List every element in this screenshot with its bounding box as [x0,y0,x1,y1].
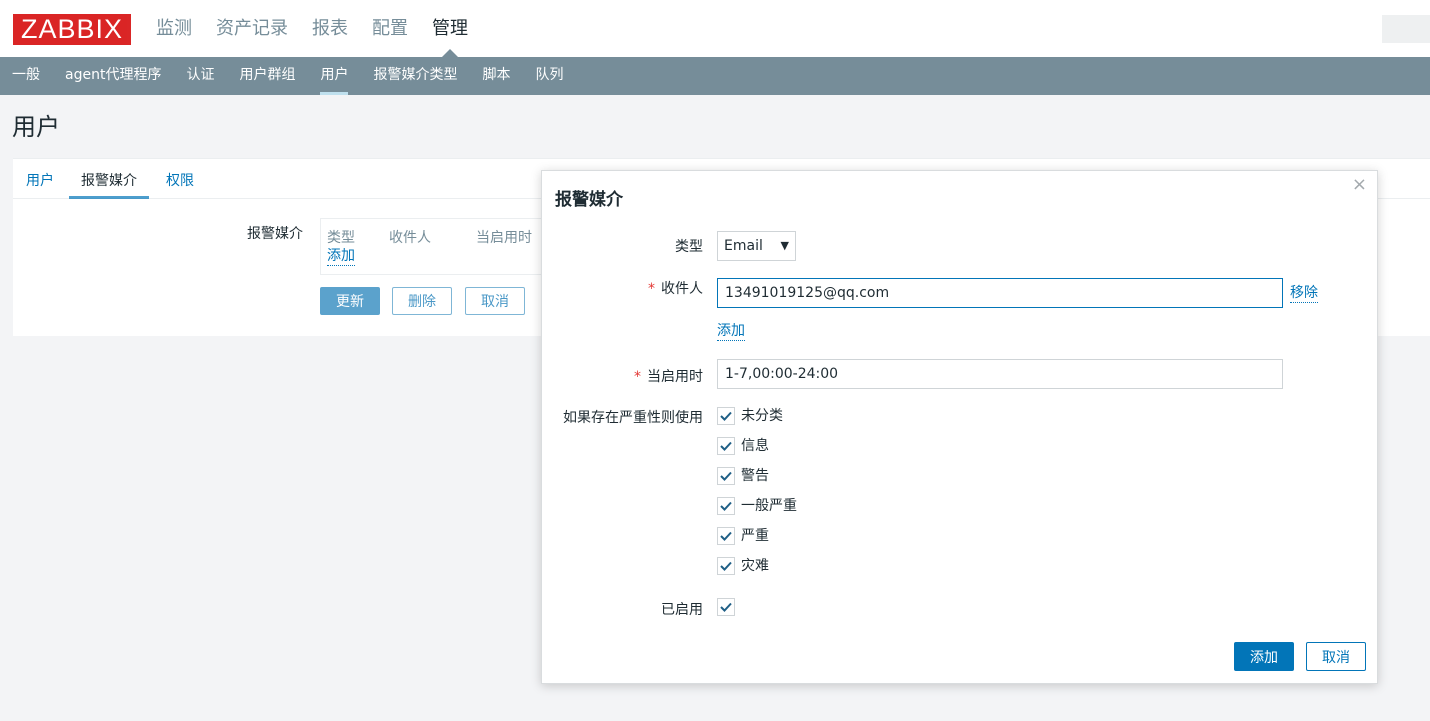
media-table: 类型 收件人 当启用时 添加 [320,218,552,275]
required-mark: * [634,369,641,385]
subnav-queue[interactable]: 队列 [535,57,563,95]
subnav-media-types[interactable]: 报警媒介类型 [373,57,457,95]
severity-checkbox[interactable] [717,557,735,575]
enabled-checkbox[interactable] [717,598,735,616]
tab-permissions[interactable]: 权限 [166,170,194,190]
check-icon [720,561,732,571]
remove-link[interactable]: 移除 [1290,285,1318,303]
severity-checkbox[interactable] [717,497,735,515]
delete-button[interactable]: 删除 [392,287,452,315]
when-active-input[interactable]: 1-7,00:00-24:00 [717,359,1283,389]
cancel-button[interactable]: 取消 [465,287,525,315]
sendto-label: * 收件人 [648,281,703,297]
nav-reports[interactable]: 报表 [312,0,348,57]
col-sendto: 收件人 [389,230,431,246]
check-icon [720,501,732,511]
main-nav: 监测 资产记录 报表 配置 管理 [156,0,492,57]
update-button[interactable]: 更新 [320,287,380,315]
nav-monitoring[interactable]: 监测 [156,0,192,57]
sub-nav: 一般 agent代理程序 认证 用户群组 用户 报警媒介类型 脚本 队列 [0,57,1430,95]
close-icon[interactable]: × [1352,174,1367,195]
tab-user[interactable]: 用户 [26,170,54,190]
media-dialog: 报警媒介 × 类型 Email ▼ * 收件人 13491019125@qq.co… [541,170,1378,684]
severity-label-text: 一般严重 [741,498,797,514]
col-type: 类型 [327,230,355,246]
check-icon [720,441,732,451]
type-select[interactable]: Email ▼ [717,231,796,261]
top-header: ZABBIX 监测 资产记录 报表 配置 管理 [0,0,1430,57]
add-media-link[interactable]: 添加 [327,248,355,266]
zabbix-logo[interactable]: ZABBIX [13,14,131,45]
add-button[interactable]: 添加 [1234,642,1294,671]
type-label: 类型 [675,239,703,255]
subnav-users[interactable]: 用户 [320,57,349,95]
when-active-label: * 当启用时 [634,369,703,385]
col-when-active: 当启用时 [476,230,532,246]
check-icon [720,411,732,421]
subnav-general[interactable]: 一般 [12,57,40,95]
add-sendto-link[interactable]: 添加 [717,323,745,341]
severity-checkbox[interactable] [717,467,735,485]
check-icon [720,471,732,481]
page-title: 用户 [12,113,60,141]
nav-configuration[interactable]: 配置 [372,0,408,57]
media-field-label: 报警媒介 [247,226,303,242]
severity-checkbox[interactable] [717,407,735,425]
severity-checkbox[interactable] [717,437,735,455]
nav-administration[interactable]: 管理 [432,0,468,57]
subnav-proxies[interactable]: agent代理程序 [65,57,161,95]
severity-checkbox[interactable] [717,527,735,545]
search-input[interactable] [1382,15,1430,43]
severity-label-text: 灾难 [741,558,769,574]
tab-media[interactable]: 报警媒介 [69,170,149,199]
check-icon [720,602,732,612]
subnav-user-groups[interactable]: 用户群组 [239,57,295,95]
severity-label: 如果存在严重性则使用 [563,410,703,426]
nav-inventory[interactable]: 资产记录 [216,0,288,57]
subnav-scripts[interactable]: 脚本 [482,57,510,95]
check-icon [720,531,732,541]
enabled-label: 已启用 [661,602,703,618]
severity-label-text: 警告 [741,468,769,484]
chevron-down-icon: ▼ [780,239,789,252]
type-select-value: Email [724,238,763,254]
subnav-authentication[interactable]: 认证 [186,57,214,95]
dialog-title: 报警媒介 [555,190,623,210]
required-mark: * [648,281,655,297]
severity-label-text: 严重 [741,528,769,544]
severity-label-text: 未分类 [741,408,783,424]
sendto-input[interactable]: 13491019125@qq.com [717,278,1283,308]
severity-label-text: 信息 [741,438,769,454]
dialog-cancel-button[interactable]: 取消 [1306,642,1366,671]
